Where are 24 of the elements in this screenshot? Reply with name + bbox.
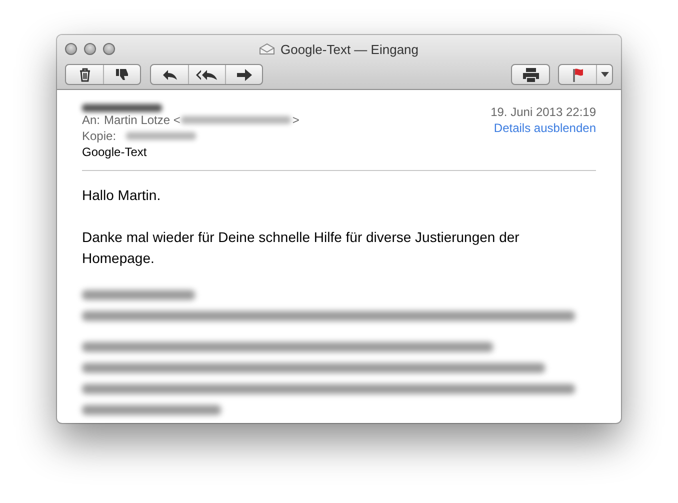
envelope-icon: [259, 43, 276, 55]
date: 19. Juni 2013 22:19: [490, 104, 596, 120]
email-bracket: >: [292, 112, 300, 128]
reply-all-icon: [196, 68, 218, 80]
caret-icon: [600, 72, 608, 77]
to-label: An:: [82, 112, 100, 128]
reply-icon: [162, 68, 178, 80]
minimize-button[interactable]: [84, 43, 96, 55]
trash-icon: [78, 68, 90, 82]
zoom-button[interactable]: [103, 43, 115, 55]
forward-icon: [236, 68, 252, 80]
message-paragraph: Hallo Martin.: [82, 186, 162, 205]
close-button[interactable]: [65, 43, 77, 55]
details-link[interactable]: Details ausblenden: [494, 120, 596, 136]
recipient-name: Martin Lotze <: [104, 112, 180, 128]
message-paragraph: Danke mal wieder für Deine schnelle Hilfe für diverse Justierungen der Homepage.: [82, 228, 520, 268]
redacted-cc: [126, 132, 196, 140]
flag-icon: [572, 68, 584, 82]
subject: Google-Text: [82, 144, 147, 160]
cc-label: Kopie:: [82, 128, 116, 144]
window-title: Google-Text — Eingang: [280, 42, 419, 56]
flag-menu-button[interactable]: [596, 65, 612, 84]
printer-icon: [522, 68, 540, 82]
thumbs-down-icon: [115, 68, 129, 81]
